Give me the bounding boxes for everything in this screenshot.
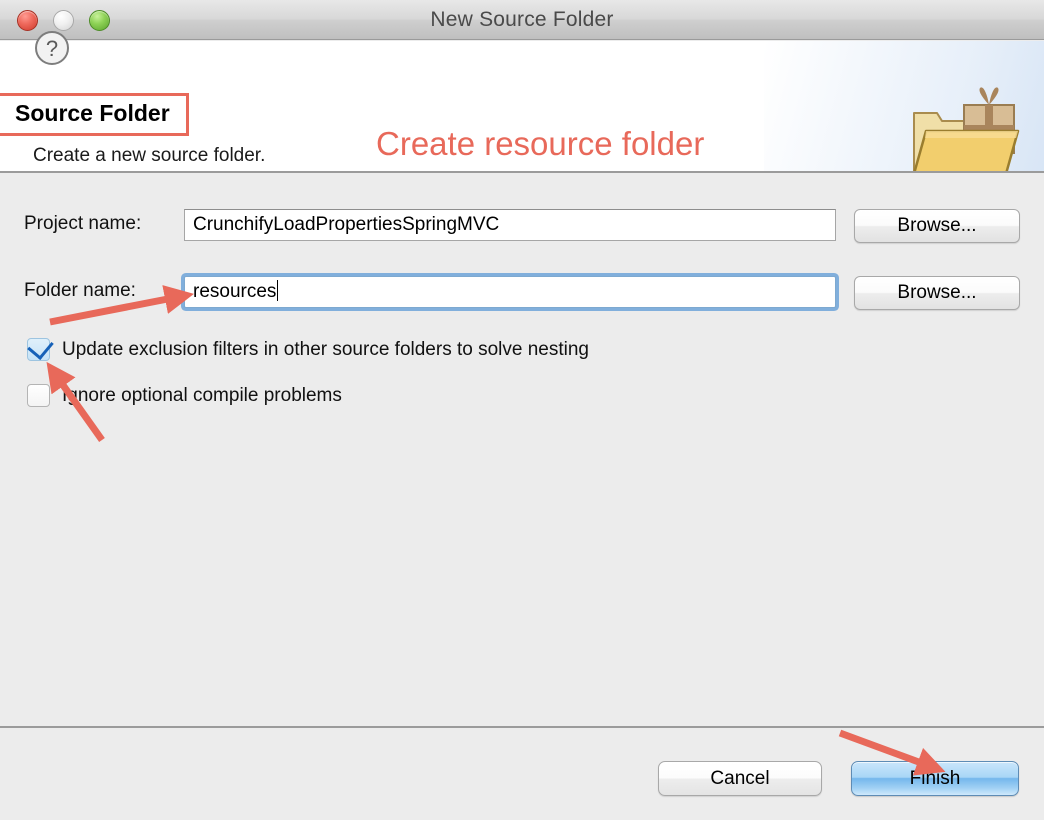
folder-name-label: Folder name: xyxy=(24,280,136,302)
project-name-input[interactable]: CrunchifyLoadPropertiesSpringMVC xyxy=(184,209,836,241)
page-title: Source Folder xyxy=(15,102,170,125)
folder-name-value: resources xyxy=(193,281,276,302)
help-icon[interactable]: ? xyxy=(33,29,71,67)
folder-name-input[interactable]: resources xyxy=(184,276,836,308)
ignore-compile-problems-checkbox[interactable] xyxy=(27,384,50,407)
cancel-button[interactable]: Cancel xyxy=(658,761,822,796)
folder-with-package-icon xyxy=(908,83,1026,173)
svg-text:?: ? xyxy=(46,36,58,61)
project-browse-button[interactable]: Browse... xyxy=(854,209,1020,243)
dialog-header: Source Folder Create a new source folder… xyxy=(0,41,1044,173)
ignore-compile-problems-label: Ignore optional compile problems xyxy=(62,384,342,408)
project-name-label: Project name: xyxy=(24,213,141,235)
new-source-folder-dialog: New Source Folder Source Folder Create a… xyxy=(0,0,1044,820)
annotation-create-resource-folder: Create resource folder xyxy=(376,125,704,163)
text-caret xyxy=(277,280,278,301)
page-subtitle: Create a new source folder. xyxy=(33,145,265,167)
update-exclusion-label: Update exclusion filters in other source… xyxy=(62,338,589,362)
window-title: New Source Folder xyxy=(0,8,1044,32)
update-exclusion-checkbox[interactable] xyxy=(27,338,50,361)
finish-button[interactable]: Finish xyxy=(851,761,1019,796)
folder-browse-button[interactable]: Browse... xyxy=(854,276,1020,310)
folder-name-row: Folder name: resources Browse... xyxy=(0,276,1044,310)
checkmark-icon xyxy=(27,333,54,360)
project-name-row: Project name: CrunchifyLoadPropertiesSpr… xyxy=(0,209,1044,243)
title-bar: New Source Folder xyxy=(0,0,1044,40)
highlight-box-source-folder-title: Source Folder xyxy=(0,93,189,136)
dialog-body: Project name: CrunchifyLoadPropertiesSpr… xyxy=(0,175,1044,728)
